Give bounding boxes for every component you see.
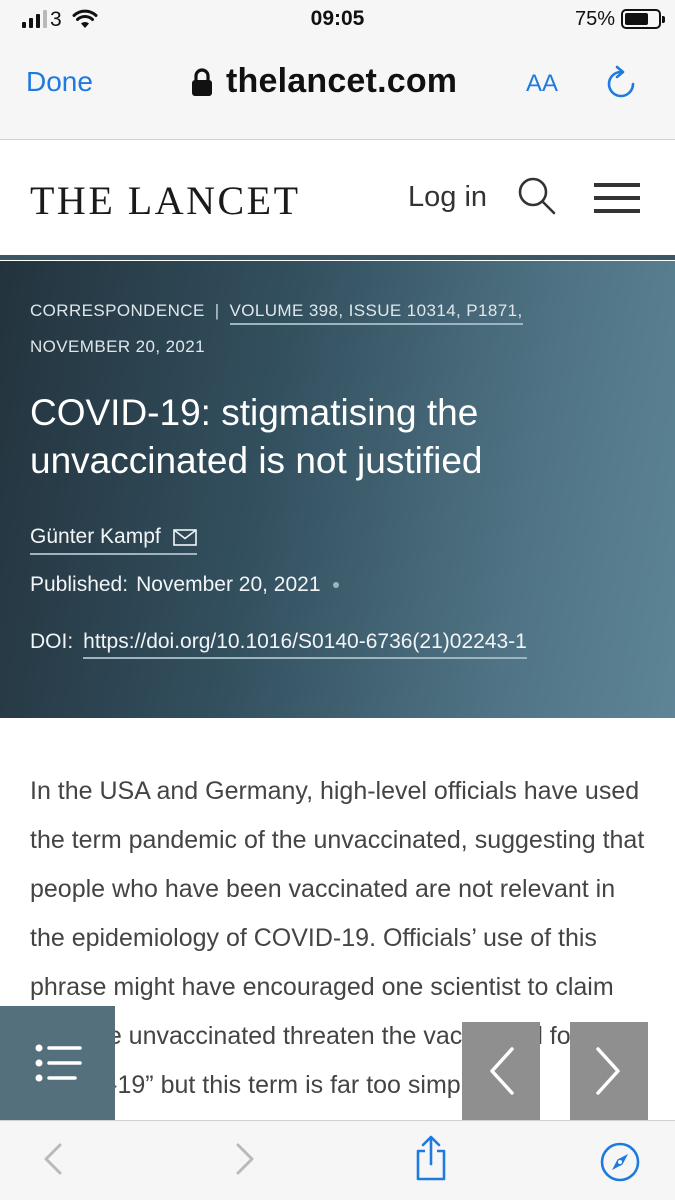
chevron-left-icon [490,1047,514,1095]
text-size-button[interactable]: AA [526,70,558,98]
meta-separator: | [214,301,220,320]
mail-icon[interactable] [172,528,197,546]
article-meta: CORRESPONDENCE | VOLUME 398, ISSUE 10314, … [30,301,523,325]
search-icon[interactable] [517,176,557,216]
lock-icon [192,67,212,96]
published-date: November 20, 2021 [136,573,321,596]
doi-row: DOI: https://doi.org/10.1016/S0140-6736(… [30,630,527,659]
chevron-right-icon [596,1047,620,1095]
reload-icon[interactable] [604,64,638,102]
forward-icon[interactable] [232,1139,258,1179]
doi-link[interactable]: https://doi.org/10.1016/S0140-6736(21)02… [83,630,527,659]
author-name: Günter Kampf [30,525,161,548]
previous-article-button[interactable] [462,1022,540,1120]
header-divider [0,255,675,260]
doi-label: DOI: [30,630,74,653]
info-dot-icon[interactable] [332,582,339,588]
published-label: Published: [30,573,129,596]
article-body: In the USA and Germany, high-level offic… [30,767,650,1110]
share-icon[interactable] [413,1135,449,1181]
browser-toolbar [0,1120,675,1200]
article-hero: CORRESPONDENCE | VOLUME 398, ISSUE 10314, … [0,261,675,718]
address-bar: Done thelancet.com AA [0,40,675,140]
site-logo[interactable]: THE LANCET [30,177,301,224]
site-header: THE LANCET Log in [0,141,675,255]
login-link[interactable]: Log in [408,181,487,214]
article-title: COVID-19: stigmatising the unvaccinated … [30,392,483,481]
body-paragraph: In the USA and Germany, high-level offic… [30,777,645,1099]
back-icon[interactable] [40,1139,66,1179]
done-button[interactable]: Done [26,66,93,98]
menu-icon[interactable] [594,183,640,213]
url-text: thelancet.com [226,62,458,100]
volume-issue-link[interactable]: VOLUME 398, ISSUE 10314, P1871, [229,301,523,325]
table-of-contents-button[interactable] [0,1006,115,1120]
next-article-button[interactable] [570,1022,648,1120]
compass-icon[interactable] [599,1141,641,1183]
battery-percent: 75% [574,8,615,30]
issue-date: NOVEMBER 20, 2021 [30,337,205,356]
list-icon [35,1044,82,1082]
section-label: CORRESPONDENCE [30,301,205,320]
battery-icon [621,9,665,29]
author-link[interactable]: Günter Kampf [30,525,197,555]
clock: 09:05 [310,7,365,30]
published-row: Published: November 20, 2021 [30,573,339,597]
status-bar: 3 09:05 75% [0,0,675,40]
url-field[interactable]: thelancet.com [190,62,457,101]
